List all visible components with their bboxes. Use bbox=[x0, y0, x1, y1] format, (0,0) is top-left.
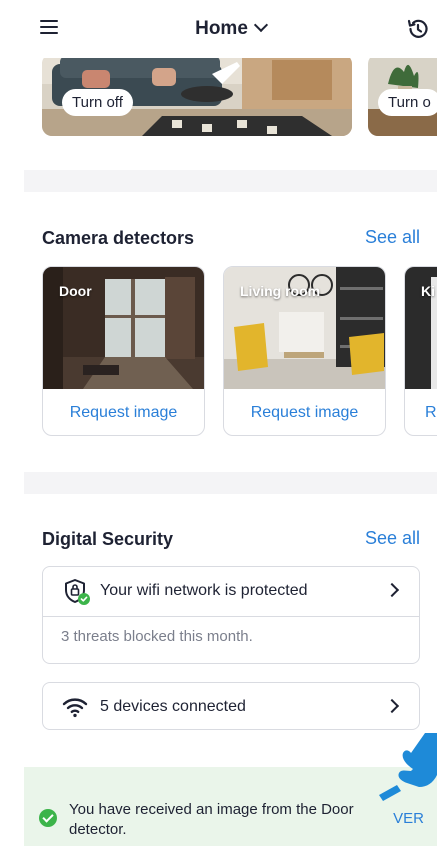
request-image-button[interactable]: Request image bbox=[224, 389, 385, 435]
camera-section-title: Camera detectors bbox=[42, 228, 195, 248]
scene-card[interactable]: Turn o bbox=[368, 54, 437, 136]
wifi-status-label: Your wifi network is protected bbox=[100, 582, 308, 599]
history-icon[interactable] bbox=[405, 16, 431, 42]
camera-carousel: Door Request image Living room Request i… bbox=[42, 266, 437, 438]
request-image-button[interactable]: R bbox=[405, 389, 437, 435]
home-selector[interactable]: Home bbox=[24, 17, 437, 40]
section-divider bbox=[24, 472, 437, 494]
view-button[interactable]: VER bbox=[393, 810, 424, 827]
wifi-protection-row[interactable]: Your wifi network is protected bbox=[43, 567, 419, 615]
threats-blocked-text: 3 threats blocked this month. bbox=[61, 628, 253, 645]
scenes-carousel: Turn off Turn o bbox=[42, 54, 437, 136]
camera-card-living-room[interactable]: Living room Request image bbox=[223, 266, 386, 436]
camera-name: Door bbox=[59, 283, 92, 299]
divider bbox=[43, 616, 419, 617]
camera-name: Living room bbox=[240, 283, 321, 299]
home-screen: Home Turn off Turn o Camera detectors Se… bbox=[24, 0, 437, 846]
chevron-right-icon bbox=[384, 582, 400, 598]
request-image-button[interactable]: Request image bbox=[43, 389, 204, 435]
wifi-protection-card[interactable]: Your wifi network is protected 3 threats… bbox=[42, 566, 420, 664]
turn-on-button[interactable]: Turn o bbox=[378, 89, 437, 116]
devices-connected-card[interactable]: 5 devices connected bbox=[42, 682, 420, 730]
security-see-all-link[interactable]: See all bbox=[365, 528, 420, 549]
camera-name: Ki bbox=[421, 283, 435, 299]
chevron-down-icon bbox=[253, 17, 268, 33]
devices-connected-label: 5 devices connected bbox=[100, 698, 246, 715]
scene-card[interactable]: Turn off bbox=[42, 54, 352, 136]
success-check-icon bbox=[39, 809, 57, 827]
living-room-camera-image: Living room bbox=[224, 267, 385, 389]
security-section-title: Digital Security bbox=[42, 529, 174, 549]
pointing-hand-icon bbox=[379, 733, 437, 801]
top-bar: Home bbox=[24, 0, 437, 58]
kitchen-camera-image: Ki bbox=[405, 267, 437, 389]
cameras-see-all-link[interactable]: See all bbox=[365, 227, 420, 248]
devices-connected-row[interactable]: 5 devices connected bbox=[43, 683, 419, 731]
section-divider bbox=[24, 170, 437, 192]
door-camera-image: Door bbox=[43, 267, 204, 389]
notification-toast: You have received an image from the Door… bbox=[24, 767, 437, 846]
turn-off-button[interactable]: Turn off bbox=[62, 89, 133, 116]
page-title: Home bbox=[195, 18, 248, 39]
camera-card-door[interactable]: Door Request image bbox=[42, 266, 205, 436]
camera-card-kitchen[interactable]: Ki R bbox=[404, 266, 437, 436]
chevron-right-icon bbox=[384, 698, 400, 714]
toast-message: You have received an image from the Door… bbox=[69, 801, 354, 838]
wifi-icon bbox=[62, 698, 88, 718]
shield-lock-icon bbox=[65, 579, 90, 605]
